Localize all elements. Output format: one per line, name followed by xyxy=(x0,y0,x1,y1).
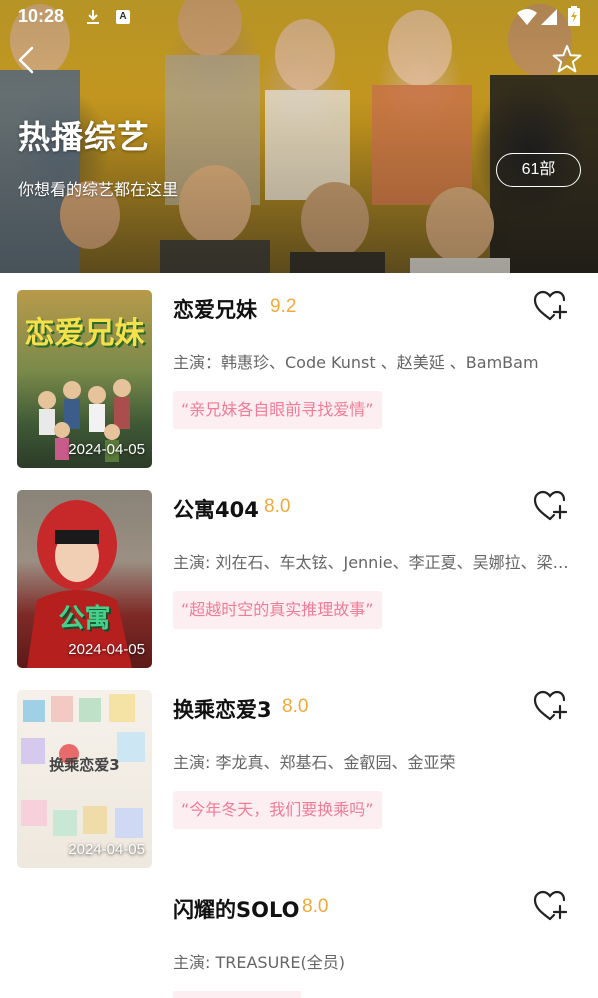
star-outline-icon xyxy=(552,45,582,73)
poster-title-art: 换乘恋爱3 xyxy=(49,756,120,774)
battery-icon xyxy=(568,6,580,26)
heart-plus-icon xyxy=(533,690,568,721)
add-favorite-button[interactable] xyxy=(532,489,568,523)
poster-date: 2024-04-05 xyxy=(68,641,145,658)
page-subtitle: 你想看的综艺都在这里 xyxy=(18,180,179,199)
show-rating: 8.0 xyxy=(264,496,291,517)
show-cast: 主演: TREASURE(全员) xyxy=(173,953,346,972)
show-title[interactable]: 恋爱兄妹 xyxy=(173,294,257,324)
add-favorite-button[interactable] xyxy=(532,889,568,923)
wifi-icon xyxy=(517,9,537,25)
show-tagline: “亲兄妹各自眼前寻找爱情” xyxy=(173,391,382,429)
show-title[interactable]: 公寓404 xyxy=(173,494,259,524)
list-item[interactable]: 换乘恋爱3 2024-04-05 换乘恋爱3 8.0 主演: 李龙真、郑基石、金… xyxy=(0,673,598,873)
signal-icon xyxy=(541,9,557,25)
show-cast: 主演: 李龙真、郑基石、金叡园、金亚荣 xyxy=(173,753,456,772)
poster-image[interactable]: 恋爱兄妹 2024-04-05 xyxy=(17,290,152,468)
back-button[interactable] xyxy=(10,42,44,78)
list-item[interactable]: 闪耀的SOLO 8.0 主演: TREASURE(全员) xyxy=(0,873,598,998)
poster-date: 2024-04-05 xyxy=(68,841,145,858)
show-tagline xyxy=(173,991,301,998)
show-tagline: “超越时空的真实推理故事” xyxy=(173,591,382,629)
show-rating: 8.0 xyxy=(302,896,329,917)
poster-title-art: 公寓 xyxy=(58,604,111,634)
show-tagline: “今年冬天，我们要换乘吗” xyxy=(173,791,382,829)
show-rating: 9.2 xyxy=(270,296,297,317)
heart-plus-icon xyxy=(533,890,568,921)
show-cast: 主演: 刘在石、车太铉、Jennie、李正夏、吴娜拉、梁世灿 xyxy=(173,553,583,572)
favorite-list-button[interactable] xyxy=(550,42,584,78)
add-favorite-button[interactable] xyxy=(532,289,568,323)
poster-title-art: 恋爱兄妹 xyxy=(24,316,145,351)
a-badge-icon: A xyxy=(116,10,130,24)
show-title[interactable]: 闪耀的SOLO xyxy=(173,894,299,924)
show-cast: 主演：韩惠珍、Code Kunst 、赵美延 、BamBam xyxy=(173,353,539,372)
status-time: 10:28 xyxy=(18,6,65,26)
download-icon xyxy=(87,10,99,24)
poster-image[interactable]: 换乘恋爱3 2024-04-05 xyxy=(17,690,152,868)
add-favorite-button[interactable] xyxy=(532,689,568,723)
list-item[interactable]: 恋爱兄妹 2024-04-05 恋爱兄妹 9.2 主演：韩惠珍、Code Kun… xyxy=(0,273,598,473)
list-item[interactable]: 公寓 2024-04-05 公寓404 8.0 主演: 刘在石、车太铉、Jenn… xyxy=(0,473,598,673)
poster-image[interactable]: 公寓 2024-04-05 xyxy=(17,490,152,668)
page-title: 热播综艺 xyxy=(18,118,151,156)
show-title[interactable]: 换乘恋爱3 xyxy=(173,694,272,724)
heart-plus-icon xyxy=(533,290,568,321)
count-badge: 61部 xyxy=(496,153,581,187)
show-rating: 8.0 xyxy=(282,696,309,717)
heart-plus-icon xyxy=(533,490,568,521)
status-bar: 10:28 A xyxy=(0,0,598,34)
poster-date: 2024-04-05 xyxy=(68,441,145,458)
chevron-left-icon xyxy=(18,46,34,74)
